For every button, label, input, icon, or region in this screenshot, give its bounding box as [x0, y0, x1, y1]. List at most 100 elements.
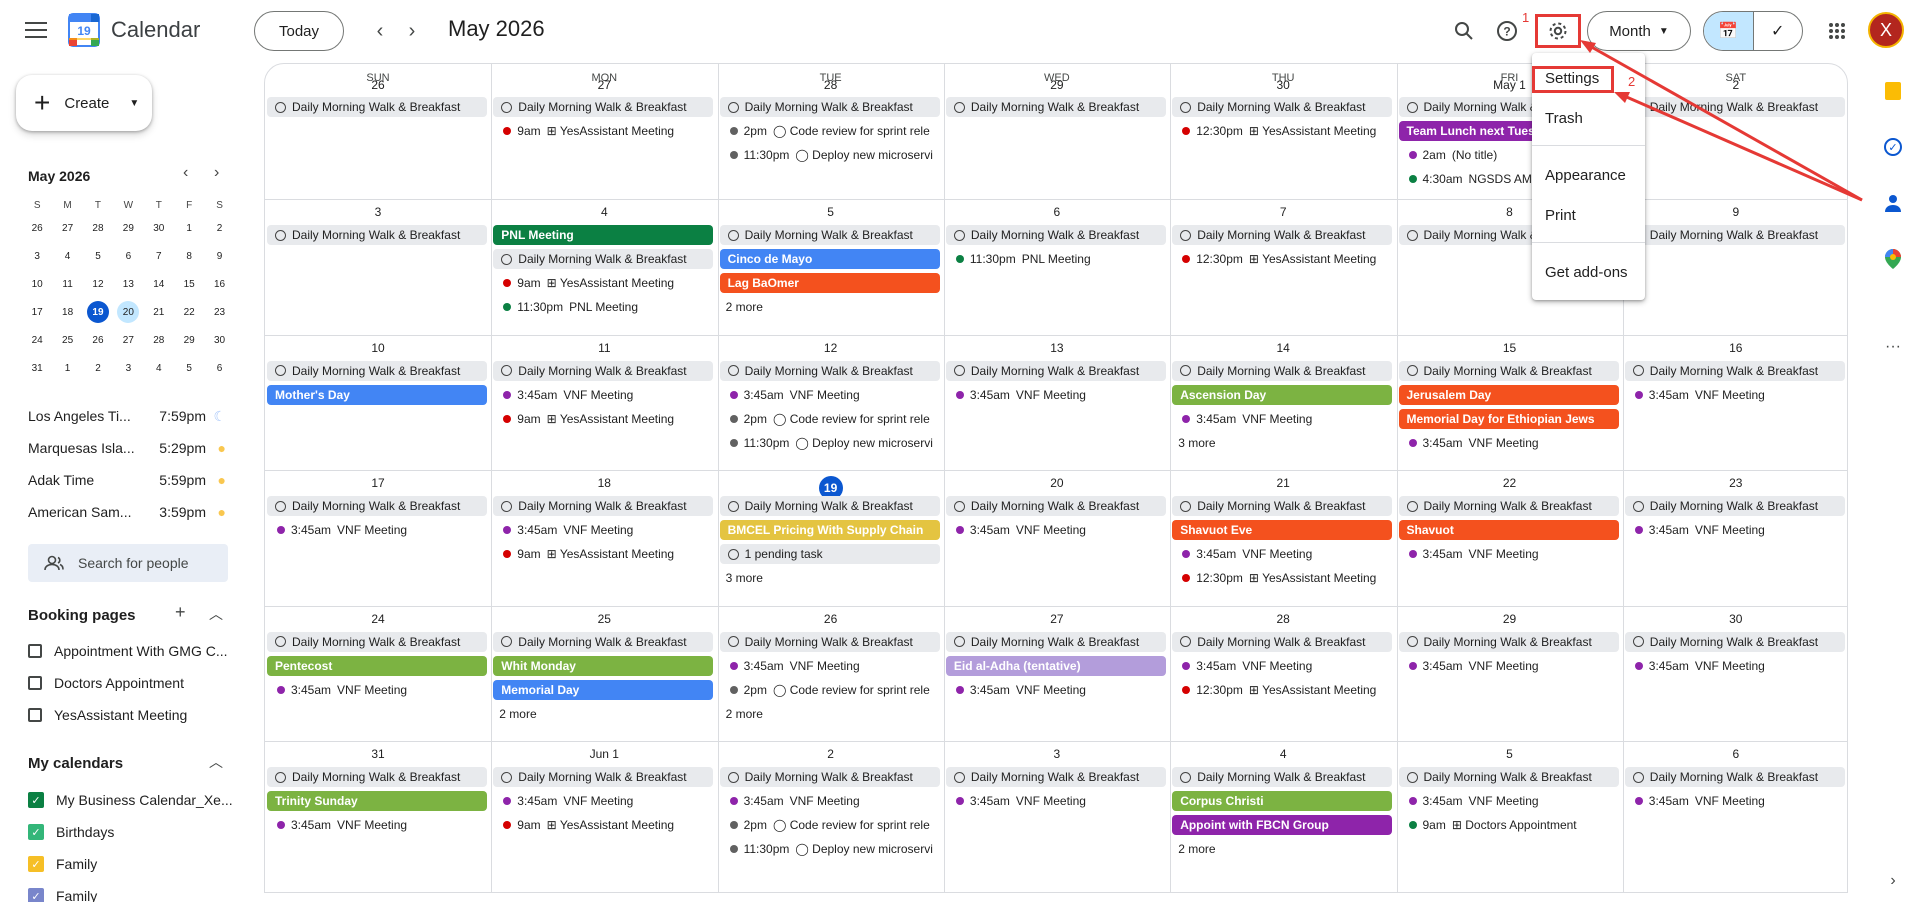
date-number[interactable]: 31 [265, 747, 491, 761]
date-number[interactable]: 27 [491, 78, 717, 92]
timed-event[interactable]: 3:45am VNF Meeting [1625, 385, 1845, 405]
timed-event[interactable]: 9am ⊞ YesAssistant Meeting [493, 121, 713, 141]
date-number[interactable]: 30 [1170, 78, 1396, 92]
calendar-item[interactable]: ✓ Family [28, 888, 238, 902]
date-number[interactable]: 18 [491, 476, 717, 490]
timed-event[interactable]: 3:45am VNF Meeting [946, 385, 1166, 405]
all-day-event[interactable]: Trinity Sunday [267, 791, 487, 811]
mini-day[interactable]: 4 [144, 354, 174, 382]
mini-day[interactable]: 8 [174, 242, 204, 270]
timed-event[interactable]: 3:45am VNF Meeting [720, 791, 940, 811]
event-chip[interactable]: Daily Morning Walk & Breakfast [267, 631, 487, 652]
day-cell[interactable]: 2 Daily Morning Walk & Breakfast 3:45am VNF… [718, 741, 944, 876]
contacts-button[interactable] [1880, 190, 1906, 216]
event-chip[interactable]: Daily Morning Walk & Breakfast [493, 97, 714, 117]
timed-event[interactable]: 12:30pm ⊞ YesAssistant Meeting [1172, 680, 1392, 700]
apps-button[interactable] [1817, 11, 1857, 51]
timed-event[interactable]: 3:45am VNF Meeting [267, 815, 487, 835]
event-chip[interactable]: Daily Morning Walk & Breakfast [945, 97, 1166, 117]
timed-event[interactable]: 3:45am VNF Meeting [1172, 409, 1392, 429]
timed-event[interactable]: 11:30pm ◯ Deploy new microservi [720, 433, 940, 453]
next-button[interactable]: › [392, 11, 432, 51]
day-cell[interactable]: 26 Daily Morning Walk & Breakfast 3:45am VN… [718, 606, 944, 741]
calendar-item[interactable]: ✓ Birthdays [28, 824, 238, 840]
help-button[interactable]: ? [1487, 11, 1527, 51]
date-number[interactable]: 11 [491, 341, 717, 355]
event-chip[interactable]: 1 pending task [719, 544, 940, 565]
date-number[interactable]: 29 [944, 78, 1170, 92]
event-chip[interactable]: Daily Morning Walk & Breakfast [1624, 97, 1845, 117]
event-chip[interactable]: Daily Morning Walk & Breakfast [1172, 496, 1393, 517]
more-events-link[interactable]: 3 more [1172, 433, 1392, 453]
day-cell[interactable]: 4 Daily Morning Walk & Breakfast Corpus Ch… [1170, 741, 1396, 876]
day-cell[interactable]: 4 PNL Meeting Daily Morning Walk & Breakfa… [491, 199, 717, 334]
booking-page-item[interactable]: Appointment With GMG C... [28, 643, 238, 659]
date-number[interactable]: 14 [1170, 341, 1396, 355]
day-cell[interactable]: 6 Daily Morning Walk & Breakfast 11:30pm PN… [944, 199, 1170, 334]
mini-day[interactable]: 29 [113, 214, 143, 242]
search-people-input[interactable]: Search for people [28, 544, 228, 582]
menu-item-trash[interactable]: Trash [1545, 110, 1583, 127]
collapse-booking-button[interactable]: ︿ [209, 604, 223, 624]
date-number[interactable]: 3 [944, 747, 1170, 761]
mini-prev-button[interactable]: ‹ [183, 164, 188, 182]
event-chip[interactable]: Daily Morning Walk & Breakfast [267, 496, 487, 517]
mini-day[interactable]: 11 [52, 270, 82, 298]
day-cell[interactable]: 18 Daily Morning Walk & Breakfast 3:45am VN… [491, 470, 717, 605]
add-booking-page-button[interactable]: + [175, 602, 186, 623]
day-cell[interactable]: 14 Daily Morning Walk & Breakfast Ascensio… [1170, 335, 1396, 470]
mini-day[interactable]: 21 [144, 298, 174, 326]
day-cell[interactable]: 31 Daily Morning Walk & Breakfast Trinity … [265, 741, 491, 876]
event-chip[interactable]: Daily Morning Walk & Breakfast [1172, 97, 1393, 117]
date-number[interactable]: 2 [1623, 78, 1847, 92]
mini-day[interactable]: 14 [144, 270, 174, 298]
timed-event[interactable]: 2pm ◯ Code review for sprint rele [720, 121, 940, 141]
date-number[interactable]: 9 [1623, 205, 1847, 219]
mini-day[interactable]: 1 [174, 214, 204, 242]
timed-event[interactable]: 9am ⊞ YesAssistant Meeting [493, 409, 713, 429]
event-chip[interactable]: Daily Morning Walk & Breakfast [719, 496, 940, 517]
event-chip[interactable]: Daily Morning Walk & Breakfast [945, 496, 1166, 517]
event-chip[interactable]: Daily Morning Walk & Breakfast [1624, 631, 1845, 652]
search-button[interactable] [1444, 11, 1484, 51]
event-chip[interactable]: Daily Morning Walk & Breakfast [1172, 767, 1393, 787]
timed-event[interactable]: 3:45am VNF Meeting [493, 385, 713, 405]
checkbox-checked-icon[interactable]: ✓ [28, 856, 44, 872]
timed-event[interactable]: 3:45am VNF Meeting [1172, 544, 1392, 564]
more-events-link[interactable]: 2 more [720, 704, 940, 724]
all-day-event[interactable]: Pentecost [267, 655, 487, 676]
mini-day[interactable]: 24 [22, 326, 52, 354]
day-cell[interactable]: 9 Daily Morning Walk & Breakfast [1623, 199, 1847, 334]
timed-event[interactable]: 3:45am VNF Meeting [720, 656, 940, 676]
date-number[interactable]: 28 [718, 78, 944, 92]
event-chip[interactable]: Daily Morning Walk & Breakfast [945, 225, 1166, 246]
event-chip[interactable]: Daily Morning Walk & Breakfast [1398, 767, 1619, 787]
more-events-link[interactable]: 2 more [493, 704, 713, 724]
all-day-event[interactable]: Memorial Day for Ethiopian Jews [1398, 408, 1619, 429]
menu-item-appearance[interactable]: Appearance [1545, 167, 1626, 184]
timed-event[interactable]: 12:30pm ⊞ YesAssistant Meeting [1172, 249, 1392, 269]
day-cell[interactable]: 30 Daily Morning Walk & Breakfast 12:30pm ⊞… [1170, 64, 1396, 199]
maps-button[interactable] [1880, 246, 1906, 272]
day-cell[interactable]: 15 Daily Morning Walk & Breakfast Jerusale… [1397, 335, 1623, 470]
tasks-button[interactable]: ✓ [1880, 134, 1906, 160]
day-cell[interactable]: 5 Daily Morning Walk & Breakfast Cinco de … [718, 199, 944, 334]
mini-day[interactable]: 6 [204, 354, 234, 382]
date-number[interactable]: 22 [1397, 476, 1623, 490]
mini-day[interactable]: 27 [52, 214, 82, 242]
event-chip[interactable]: Daily Morning Walk & Breakfast [945, 360, 1166, 381]
mini-day[interactable]: 13 [113, 270, 143, 298]
all-day-event[interactable]: PNL Meeting [493, 225, 714, 246]
event-chip[interactable]: Daily Morning Walk & Breakfast [1624, 225, 1845, 246]
all-day-event[interactable]: Corpus Christi [1172, 791, 1393, 811]
timed-event[interactable]: 3:45am VNF Meeting [1625, 656, 1845, 676]
day-cell[interactable]: 3 Daily Morning Walk & Breakfast [265, 199, 491, 334]
timed-event[interactable]: 3:45am VNF Meeting [946, 791, 1166, 811]
more-events-link[interactable]: 2 more [720, 297, 940, 317]
timed-event[interactable]: 3:45am VNF Meeting [1172, 656, 1392, 676]
timed-event[interactable]: 3:45am VNF Meeting [493, 791, 713, 811]
day-cell[interactable]: 2 Daily Morning Walk & Breakfast [1623, 64, 1847, 199]
mini-day[interactable]: 26 [83, 326, 113, 354]
mini-day[interactable]: 16 [204, 270, 234, 298]
mini-day[interactable]: 17 [22, 298, 52, 326]
